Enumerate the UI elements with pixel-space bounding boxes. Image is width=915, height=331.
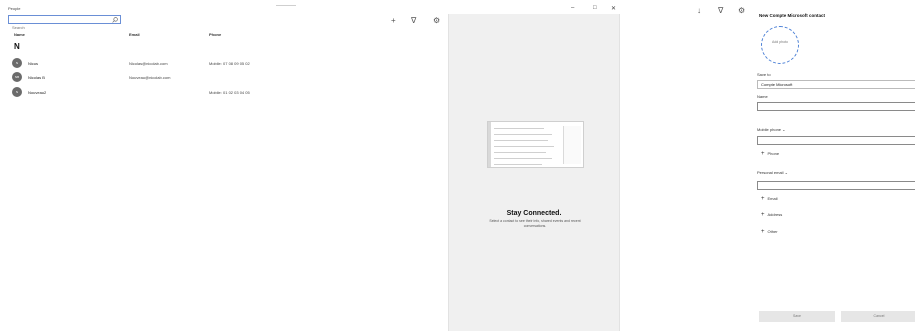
column-header-email[interactable]: Email [129, 32, 140, 37]
mobile-phone-label-text: Mobile phone [757, 127, 782, 132]
avatar: N [12, 87, 22, 97]
add-photo-button[interactable]: Add photo [761, 26, 799, 64]
filter-icon[interactable]: ∇ [411, 17, 416, 25]
contact-row[interactable]: N Nouveau2 Mobile: 01 02 03 04 05 [8, 87, 438, 101]
add-address-button[interactable]: + Address [761, 212, 782, 218]
chevron-down-icon: ⌄ [784, 170, 788, 175]
contact-row[interactable]: NB Nicolas B Nouveau@nicolab.com [8, 72, 438, 86]
contact-name: Nicus [28, 61, 39, 66]
contacts-illustration [487, 121, 584, 168]
contact-row[interactable]: N Nicus Nicolas@nicolab.com Mobile: 07 0… [8, 58, 438, 72]
personal-email-label-text: Personal email [757, 170, 784, 175]
contact-phone: Mobile: 01 02 03 04 05 [209, 90, 250, 95]
empty-state-title: Stay Connected. [506, 210, 562, 217]
mobile-phone-field[interactable] [757, 136, 915, 145]
mobile-phone-label[interactable]: Mobile phone ⌄ [757, 127, 786, 132]
contact-email: Nouveau@nicolab.com [129, 75, 171, 80]
save-to-label: Save to [757, 72, 771, 77]
maximize-icon[interactable]: □ [593, 5, 597, 11]
app-title: People [8, 6, 21, 11]
close-icon[interactable]: ✕ [611, 5, 616, 12]
save-button[interactable]: Save [759, 311, 835, 322]
plus-icon: + [761, 212, 765, 218]
add-phone-button[interactable]: + Phone [761, 151, 779, 157]
avatar: NB [12, 72, 22, 82]
add-other-button[interactable]: + Other [761, 229, 778, 235]
search-icon[interactable] [112, 17, 118, 23]
column-header-phone[interactable]: Phone [209, 32, 221, 37]
contact-email: Nicolas@nicolab.com [129, 61, 168, 66]
add-address-label: Address [767, 212, 783, 218]
add-email-button[interactable]: + Email [761, 196, 778, 202]
filter-icon[interactable]: ∇ [718, 7, 723, 15]
plus-icon: + [761, 196, 765, 202]
empty-state-description: Select a contact to see their info, shar… [489, 219, 581, 228]
scroll-indicator[interactable] [276, 5, 296, 6]
minimize-icon[interactable]: – [571, 5, 574, 11]
search-input[interactable] [9, 24, 120, 31]
contact-name: Nicolas B [28, 75, 45, 80]
add-other-label: Other [767, 229, 778, 235]
contact-name: Nouveau2 [28, 90, 47, 95]
group-letter: N [14, 42, 20, 51]
new-contact-panel: New Compte Microsoft contact Add photo S… [745, 0, 915, 331]
avatar: N [12, 58, 22, 68]
add-phone-label: Phone [767, 151, 780, 157]
personal-email-label[interactable]: Personal email ⌄ [757, 170, 788, 175]
name-field[interactable] [757, 102, 915, 111]
save-to-select[interactable]: Compte Microsoft [757, 80, 915, 89]
pin-icon[interactable]: ↓ [697, 7, 701, 15]
add-contact-icon[interactable]: + [391, 17, 396, 25]
plus-icon: + [761, 229, 765, 235]
personal-email-field[interactable] [757, 181, 915, 190]
chevron-down-icon: ⌄ [782, 127, 786, 132]
search-box[interactable] [8, 15, 121, 31]
contact-phone: Mobile: 07 08 09 05 02 [209, 61, 250, 66]
new-contact-title: New Compte Microsoft contact [759, 13, 826, 18]
plus-icon: + [761, 151, 765, 157]
add-email-label: Email [767, 196, 778, 202]
settings-icon[interactable]: ⚙ [433, 17, 440, 25]
column-header-name[interactable]: Name [14, 32, 25, 37]
cancel-button[interactable]: Cancel [841, 311, 915, 322]
contact-detail-pane: Stay Connected. Select a contact to see … [448, 14, 620, 331]
name-label: Name [757, 94, 768, 99]
